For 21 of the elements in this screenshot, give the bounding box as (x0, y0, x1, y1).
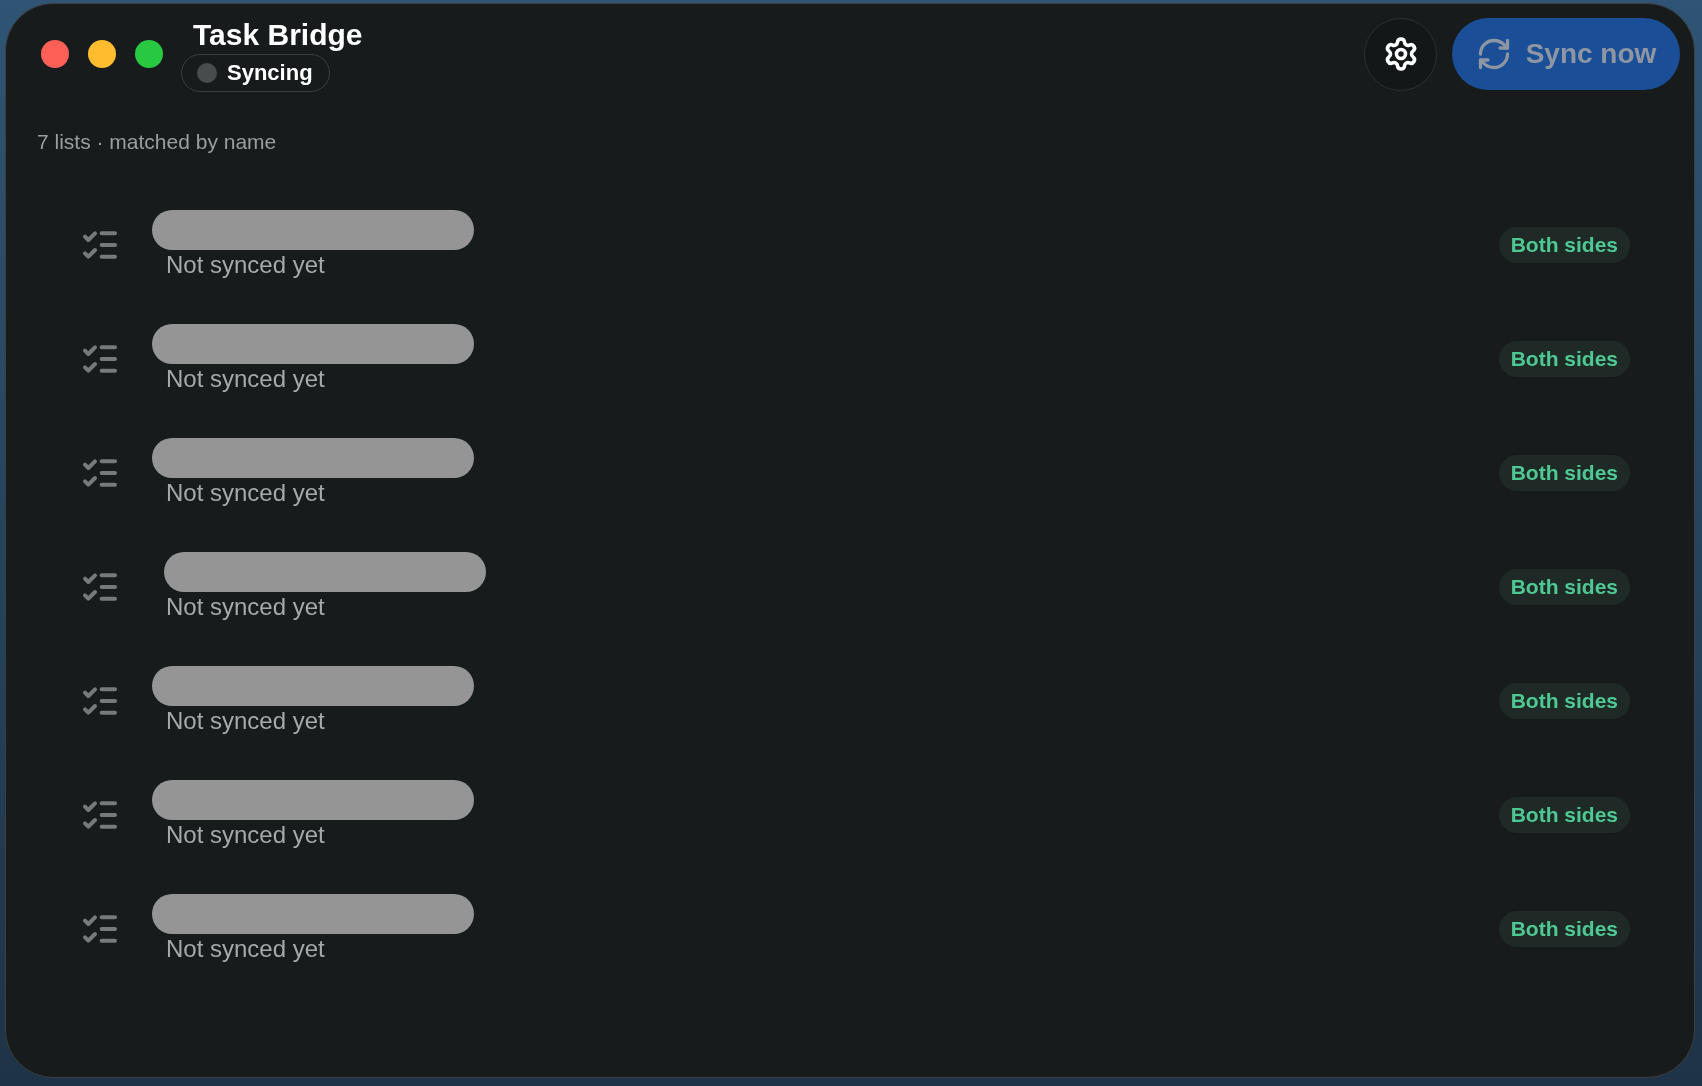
sync-status: Not synced yet (166, 250, 325, 280)
status-dot-icon (197, 63, 217, 83)
sync-status: Not synced yet (166, 934, 325, 964)
sync-status: Not synced yet (166, 364, 325, 394)
direction-tag: Both sides (1498, 455, 1630, 491)
sync-status: Not synced yet (166, 706, 325, 736)
zoom-icon[interactable] (135, 40, 163, 68)
direction-tag: Both sides (1498, 797, 1630, 833)
close-icon[interactable] (41, 40, 69, 68)
direction-tag: Both sides (1498, 683, 1630, 719)
status-label: Syncing (227, 60, 313, 86)
window-title: Task Bridge (193, 17, 363, 53)
minimize-icon[interactable] (88, 40, 116, 68)
direction-tag: Both sides (1498, 227, 1630, 263)
sync-status: Not synced yet (166, 820, 325, 850)
lists-summary: 7 lists · matched by name (37, 129, 277, 155)
direction-tag: Both sides (1498, 911, 1630, 947)
direction-tag: Both sides (1498, 569, 1630, 605)
sync-status: Not synced yet (166, 592, 325, 622)
sync-status: Not synced yet (166, 478, 325, 508)
direction-tag: Both sides (1498, 341, 1630, 377)
